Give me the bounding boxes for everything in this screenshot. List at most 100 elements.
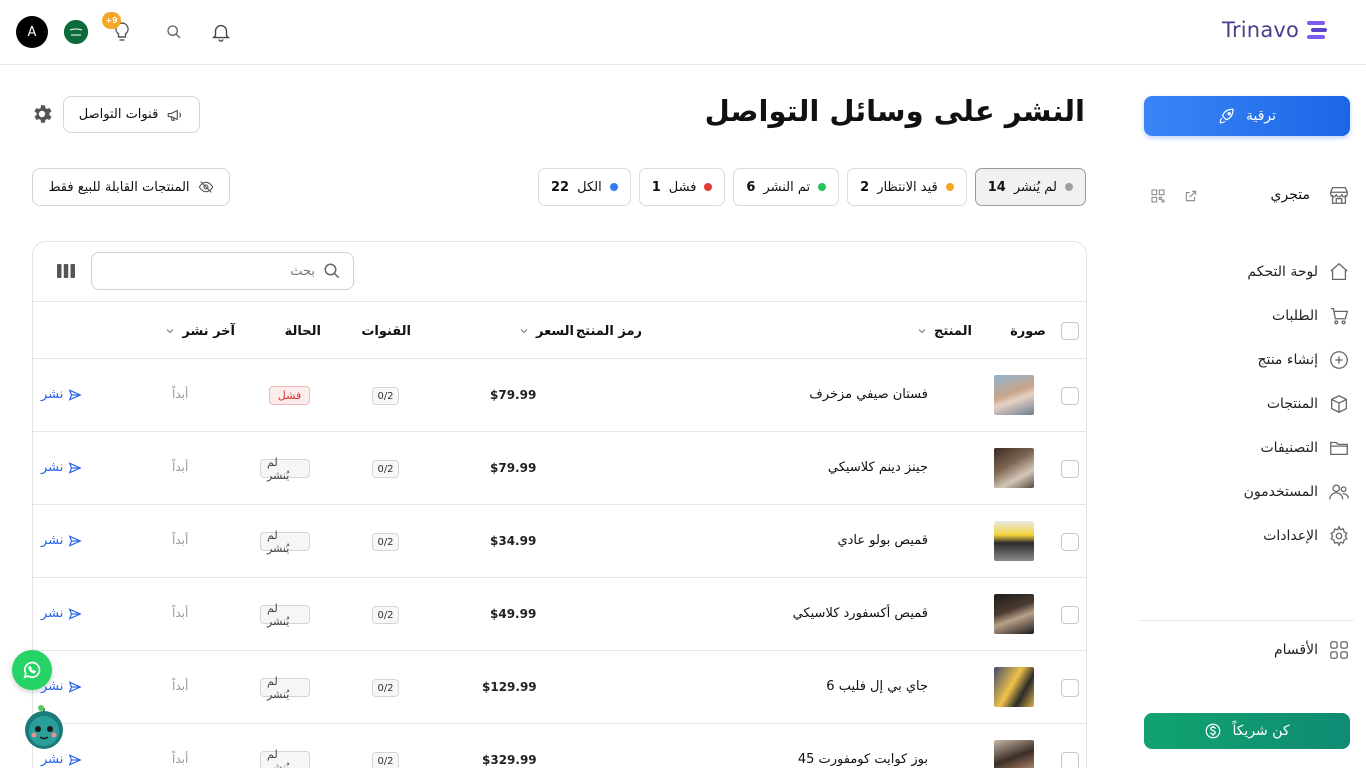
filter-count: 1 (651, 179, 661, 195)
sidebar-divider (1140, 620, 1354, 621)
product-image[interactable] (994, 594, 1034, 634)
my-store-label[interactable]: متجري (1271, 187, 1310, 203)
col-last-published[interactable]: آخر نشر (164, 302, 235, 360)
publish-button[interactable]: نشر (41, 606, 83, 621)
table-row: فستان صيفي مزخرف $79.99 0/2 فشل أبداً نش… (33, 359, 1086, 432)
brand-logo[interactable]: Trinavo (1222, 18, 1329, 42)
table-row: قميص بولو عادي $34.99 0/2 لم يُنشر أبداً… (33, 505, 1086, 578)
send-icon (69, 534, 83, 547)
sellable-only-label: المنتجات القابلة للبيع فقط (48, 179, 190, 195)
send-icon (69, 753, 83, 766)
sidebar-item-users[interactable]: المستخدمون (1130, 477, 1350, 507)
col-status-label: الحالة (284, 323, 321, 339)
last-published: أبداً (172, 387, 189, 401)
product-name[interactable]: قميص أكسفورد كلاسيكي (793, 606, 928, 621)
product-price: $329.99 (482, 753, 537, 767)
top-header (0, 0, 1366, 65)
product-image[interactable] (994, 667, 1034, 707)
sidebar-item-categories[interactable]: التصنيفات (1130, 433, 1350, 463)
avatar-initial: A (27, 24, 37, 40)
product-name[interactable]: جاي بي إل فليب 6 (826, 679, 928, 694)
publish-button[interactable]: نشر (41, 752, 83, 767)
sidebar-item-label: الإعدادات (1263, 528, 1318, 544)
publish-button[interactable]: نشر (41, 387, 83, 402)
chevron-down-icon (918, 329, 926, 334)
filter-count: 6 (746, 179, 756, 195)
filter-failed[interactable]: فشل 1 (638, 168, 726, 206)
col-price[interactable]: السعر (518, 302, 574, 360)
search-input[interactable] (115, 263, 315, 279)
publish-label: نشر (41, 533, 64, 548)
product-price: $49.99 (490, 607, 537, 621)
whatsapp-button[interactable] (12, 650, 52, 690)
product-name[interactable]: قميص بولو عادي (837, 533, 928, 548)
sidebar-item-orders[interactable]: الطلبات (1130, 301, 1350, 331)
sidebar-item-label: الأقسام (1274, 642, 1318, 658)
row-checkbox[interactable] (1061, 752, 1079, 768)
filter-count: 2 (860, 179, 870, 195)
saudi-flag-icon[interactable] (64, 20, 88, 44)
sidebar-item-products[interactable]: المنتجات (1130, 389, 1350, 419)
publish-button[interactable]: نشر (41, 533, 83, 548)
columns-toggle-icon[interactable] (57, 263, 75, 279)
status-dot (945, 183, 954, 191)
status-dot (704, 183, 713, 191)
product-image[interactable] (994, 448, 1034, 488)
product-price: $129.99 (482, 680, 537, 694)
row-checkbox[interactable] (1061, 679, 1079, 697)
sidebar-item-label: المستخدمون (1243, 484, 1318, 500)
sidebar-item-create-product[interactable]: إنشاء منتج (1130, 345, 1350, 375)
external-link-icon[interactable] (1184, 189, 1198, 203)
table-row: قميص أكسفورد كلاسيكي $49.99 0/2 لم يُنشر… (33, 578, 1086, 651)
my-store-row: متجري (1144, 180, 1350, 212)
qr-code-icon[interactable] (1150, 188, 1166, 204)
product-name[interactable]: فستان صيفي مزخرف (809, 387, 928, 402)
status-dot (1064, 183, 1073, 191)
row-checkbox[interactable] (1061, 460, 1079, 478)
sidebar-item-settings[interactable]: الإعدادات (1130, 521, 1350, 551)
product-name[interactable]: جينز دينم كلاسيكي (828, 460, 928, 475)
assistant-bot-icon[interactable] (22, 704, 66, 750)
channels-badge: 0/2 (372, 533, 399, 551)
row-checkbox[interactable] (1061, 533, 1079, 551)
select-all-checkbox[interactable] (1061, 322, 1079, 340)
product-image[interactable] (994, 521, 1034, 561)
sidebar-item-dashboard[interactable]: لوحة التحكم (1130, 257, 1350, 287)
row-checkbox[interactable] (1061, 387, 1079, 405)
col-product[interactable]: المنتج (916, 302, 972, 360)
product-name[interactable]: بوز كوايت كومفورت 45 (798, 752, 928, 767)
upgrade-button[interactable]: ترقية (1144, 96, 1350, 136)
filter-count: 14 (987, 179, 1006, 195)
sellable-only-toggle[interactable]: المنتجات القابلة للبيع فقط (32, 168, 230, 206)
user-avatar[interactable]: A (16, 16, 48, 48)
become-partner-button[interactable]: كن شريكاً (1144, 713, 1350, 749)
row-checkbox[interactable] (1061, 606, 1079, 624)
dollar-circle-icon (1206, 723, 1221, 739)
sidebar-item-sections[interactable]: الأقسام (1130, 635, 1350, 665)
social-channels-button[interactable]: قنوات التواصل (63, 96, 200, 133)
product-price: $34.99 (490, 534, 537, 548)
filter-label: قيد الانتظار (877, 179, 938, 195)
search-icon[interactable] (166, 24, 182, 40)
sidebar-item-label: التصنيفات (1260, 440, 1319, 456)
table-row: بوز كوايت كومفورت 45 $329.99 0/2 لم يُنش… (33, 724, 1086, 768)
users-icon (1329, 484, 1349, 500)
filter-pending[interactable]: قيد الانتظار 2 (847, 168, 967, 206)
filter-label: فشل (668, 179, 697, 195)
filter-not-published[interactable]: لم يُنشر 14 (974, 168, 1086, 206)
product-image[interactable] (994, 740, 1034, 768)
status-badge: لم يُنشر (260, 529, 310, 555)
plus-circle-icon (1330, 351, 1348, 369)
filter-published[interactable]: تم النشر 6 (733, 168, 840, 206)
table-search[interactable] (91, 252, 354, 290)
settings-gear-icon[interactable] (30, 102, 54, 126)
bell-icon[interactable] (210, 21, 232, 43)
product-image[interactable] (994, 375, 1034, 415)
folder-icon (1330, 441, 1348, 456)
publish-label: نشر (41, 752, 64, 767)
box-icon (1331, 395, 1347, 413)
filter-label: لم يُنشر (1013, 179, 1057, 195)
publish-label: نشر (41, 387, 64, 402)
publish-button[interactable]: نشر (41, 460, 83, 475)
filter-all[interactable]: الكل 22 (538, 168, 631, 206)
